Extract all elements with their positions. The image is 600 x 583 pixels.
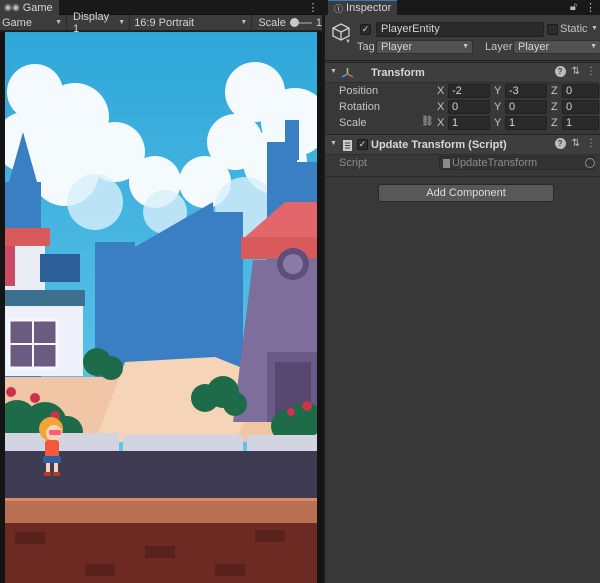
static-label: Static [560, 23, 588, 35]
inspector-tab-tools: 🔓︎ ⋮ [570, 0, 596, 15]
display-mode-value: Game [2, 16, 32, 29]
tag-value: Player [381, 41, 413, 53]
transform-title: Transform [371, 67, 425, 79]
layer-value: Player [518, 41, 550, 53]
script-value: UpdateTransform [452, 157, 538, 169]
scale-value: 1 [315, 16, 322, 29]
script-file-icon [343, 140, 352, 151]
axis-x-label[interactable]: X [437, 101, 444, 113]
kebab-menu-icon[interactable]: ⋮ [308, 0, 319, 15]
tag-dropdown[interactable]: Player ▼ [376, 40, 473, 54]
rotation-x-field[interactable]: 0 [448, 100, 490, 114]
axis-z-label[interactable]: Z [551, 85, 558, 97]
transform-axes-icon [341, 68, 354, 78]
chevron-down-icon: ▼ [118, 19, 126, 26]
aspect-value: 16:9 Portrait [134, 16, 195, 29]
layer-dropdown[interactable]: Player ▼ [513, 40, 600, 54]
game-view [0, 32, 322, 583]
scale-label: Scale [339, 117, 367, 129]
lock-icon[interactable]: 🔓︎ [570, 1, 577, 14]
scale-x-field[interactable]: 1 [448, 116, 490, 130]
axis-x-label[interactable]: X [437, 85, 444, 97]
add-component-button[interactable]: Add Component [378, 184, 554, 202]
game-render[interactable] [5, 32, 317, 583]
rotation-y-field[interactable]: 0 [505, 100, 547, 114]
axis-y-label[interactable]: Y [494, 85, 501, 97]
tab-game-label: Game [22, 1, 53, 14]
script-component-title: Update Transform (Script) [371, 139, 507, 151]
position-z-field[interactable]: 0 [562, 84, 599, 98]
display-mode-dropdown[interactable]: Game ▼ [0, 14, 68, 31]
game-scene-image [5, 32, 317, 583]
axis-z-label[interactable]: Z [551, 101, 558, 113]
chevron-down-icon: ▼ [462, 43, 469, 50]
info-icon: ⓘ [334, 3, 344, 14]
scale-z-field[interactable]: 1 [562, 116, 599, 130]
kebab-menu-icon[interactable]: ⋮ [586, 66, 596, 77]
scale-control: Scale 1 [252, 17, 322, 29]
script-object-field: UpdateTransform [439, 156, 595, 170]
script-enabled-checkbox[interactable]: ✓ [357, 139, 368, 150]
position-label: Position [339, 85, 379, 97]
tab-inspector-label: Inspector [346, 2, 392, 14]
chevron-down-icon[interactable]: ▼ [345, 39, 351, 45]
sliders-icon[interactable]: ⇅ [572, 138, 580, 149]
script-component-header[interactable]: ▼ ✓ Update Transform (Script) ? ⇅ ⋮ [325, 134, 600, 155]
gameobject-active-checkbox[interactable]: ✓ [360, 24, 371, 35]
foldout-chevron-icon[interactable]: ▼ [330, 68, 337, 75]
object-picker-icon [585, 158, 595, 168]
transform-header[interactable]: ▼ Transform ? ⇅ ⋮ [325, 62, 600, 83]
gameobject-name-field[interactable]: PlayerEntity [376, 22, 544, 37]
chevron-down-icon[interactable]: ▼ [591, 25, 598, 32]
tab-game[interactable]: ◉◉ Game [0, 0, 59, 15]
game-panel: ◉◉ Game ⋮ Game ▼ Display 1 ▼ 16:9 Portra… [0, 0, 322, 583]
display-dropdown[interactable]: Display 1 ▼ [67, 11, 131, 35]
axis-y-label[interactable]: Y [494, 117, 501, 129]
game-tab-bar: ◉◉ Game ⋮ [0, 0, 322, 15]
help-icon[interactable]: ? [554, 138, 566, 149]
script-header-buttons: ? ⇅ ⋮ [554, 138, 596, 149]
aspect-dropdown[interactable]: 16:9 Portrait ▼ [130, 14, 253, 31]
kebab-menu-icon[interactable]: ⋮ [586, 138, 596, 149]
chevron-down-icon: ▼ [55, 19, 63, 26]
axis-y-label[interactable]: Y [494, 101, 501, 113]
chevron-down-icon: ▼ [240, 19, 248, 26]
game-toolbar: Game ▼ Display 1 ▼ 16:9 Portrait ▼ Scale… [0, 11, 322, 35]
divider [325, 176, 600, 177]
kebab-menu-icon[interactable]: ⋮ [585, 1, 596, 14]
display-value: Display 1 [73, 10, 110, 35]
position-y-field[interactable]: -3 [505, 84, 547, 98]
axis-z-label[interactable]: Z [551, 117, 558, 129]
scale-y-field[interactable]: 1 [505, 116, 547, 130]
rotation-z-field[interactable]: 0 [562, 100, 599, 114]
inspector-panel: ⓘ Inspector 🔓︎ ⋮ ▼ ✓ PlayerEntity Static… [324, 0, 600, 583]
gamepad-icon: ◉◉ [4, 2, 20, 12]
scale-label: Scale [258, 16, 286, 29]
inspector-tab-bar: ⓘ Inspector 🔓︎ ⋮ [325, 0, 600, 15]
position-x-field[interactable]: -2 [448, 84, 490, 98]
static-checkbox[interactable] [547, 24, 558, 35]
chevron-down-icon: ▼ [590, 43, 597, 50]
scale-slider[interactable] [289, 17, 312, 27]
layer-label: Layer [485, 41, 513, 53]
axis-x-label[interactable]: X [437, 117, 444, 129]
gameobject-header: ▼ ✓ PlayerEntity Static ▼ Tag Player ▼ L… [325, 15, 600, 61]
tag-label: Tag [357, 41, 375, 53]
transform-header-buttons: ? ⇅ ⋮ [554, 66, 596, 77]
help-icon[interactable]: ? [554, 66, 566, 77]
link-icon[interactable]: ⛓ [421, 116, 434, 127]
script-file-icon [443, 159, 450, 168]
script-label: Script [339, 157, 368, 169]
sliders-icon[interactable]: ⇅ [572, 66, 580, 77]
tab-inspector[interactable]: ⓘ Inspector [328, 0, 398, 15]
rotation-label: Rotation [339, 101, 380, 113]
foldout-chevron-icon[interactable]: ▼ [330, 140, 337, 147]
